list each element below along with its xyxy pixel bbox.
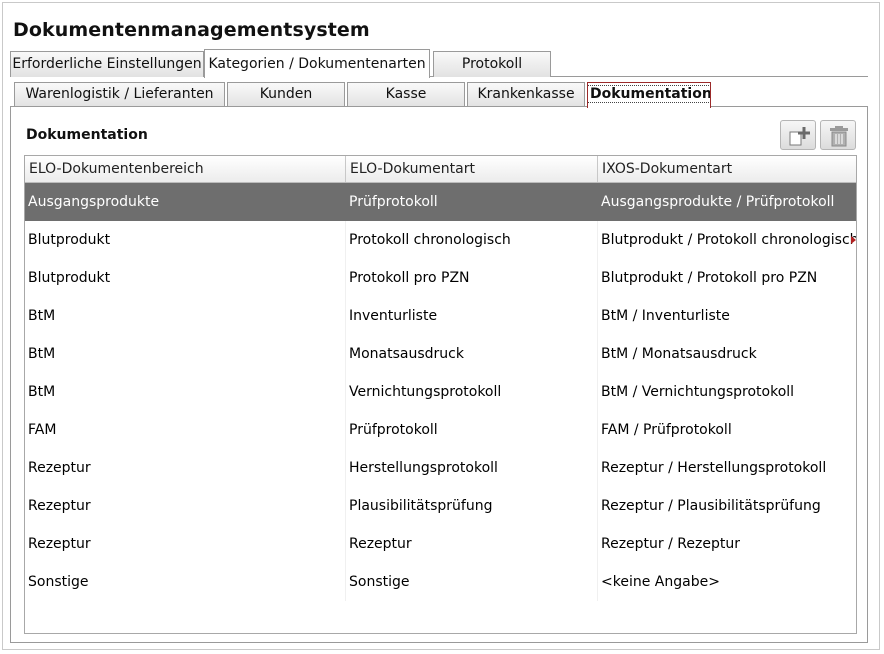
tab-label: Kategorien / Dokumentenarten: [208, 56, 426, 72]
table-cell: Protokoll chronologisch: [345, 221, 597, 259]
table-cell: Blutprodukt: [28, 270, 111, 286]
table-cell: Monatsausdruck: [345, 335, 597, 373]
table-cell: Rezeptur / Herstellungsprotokoll: [597, 449, 856, 487]
table-cell: Ausgangsprodukte / Prüfprotokoll: [597, 183, 856, 221]
table-cell: Rezeptur / Plausibilitätsprüfung: [597, 487, 856, 525]
table-cell: Inventurliste: [345, 297, 597, 335]
table-cell: Vernichtungsprotokoll: [345, 373, 597, 411]
table-cell: Rezeptur: [28, 498, 91, 514]
table-row[interactable]: BtM Inventurliste BtM / Inventurliste: [25, 297, 856, 335]
text-overflow-indicator: [851, 236, 856, 244]
tab-label: Erforderliche Einstellungen: [12, 56, 202, 72]
tab-label: Warenlogistik / Lieferanten: [25, 86, 214, 102]
table-cell: Blutprodukt / Protokoll pro PZN: [597, 259, 856, 297]
table-cell: Rezeptur: [28, 460, 91, 476]
tab-label: Krankenkasse: [477, 86, 575, 102]
table-cell: Plausibilitätsprüfung: [345, 487, 597, 525]
tab-erforderliche-einstellungen[interactable]: Erforderliche Einstellungen: [10, 51, 204, 77]
table-cell: Herstellungsprotokoll: [345, 449, 597, 487]
table-cell: Ausgangsprodukte: [28, 194, 160, 210]
tab-kunden[interactable]: Kunden: [227, 82, 345, 107]
tab-label: Protokoll: [461, 56, 523, 72]
tab-krankenkasse[interactable]: Krankenkasse: [467, 82, 585, 107]
section-title: Dokumentation: [26, 127, 148, 143]
table-cell: Prüfprotokoll: [345, 411, 597, 449]
column-header-elo-dokumentart[interactable]: ELO-Dokumentart: [345, 156, 597, 182]
table-cell: Blutprodukt: [28, 232, 111, 248]
table-cell: BtM / Monatsausdruck: [597, 335, 856, 373]
tab-dokumentation[interactable]: Dokumentation: [587, 82, 711, 108]
tab-label: Kasse: [385, 86, 427, 102]
table-cell: BtM: [28, 346, 56, 362]
table-cell: BtM / Vernichtungsprotokoll: [597, 373, 856, 411]
table-row[interactable]: Sonstige Sonstige <keine Angabe>: [25, 563, 856, 601]
table-cell: BtM: [28, 308, 56, 324]
table-cell: Sonstige: [28, 574, 89, 590]
table-cell: BtM: [28, 384, 56, 400]
table-cell: Blutprodukt / Protokoll chronologisch: [597, 221, 856, 259]
table-cell: FAM: [28, 422, 57, 438]
delete-button[interactable]: [820, 120, 856, 150]
table-row[interactable]: BtM Monatsausdruck BtM / Monatsausdruck: [25, 335, 856, 373]
tab-kategorien-dokumentenarten[interactable]: Kategorien / Dokumentenarten: [204, 49, 430, 78]
table-row[interactable]: Rezeptur Herstellungsprotokoll Rezeptur / …: [25, 449, 856, 487]
table-cell: BtM / Inventurliste: [597, 297, 856, 335]
table-cell: <keine Angabe>: [597, 563, 856, 601]
table-row[interactable]: BtM Vernichtungsprotokoll BtM / Vernichtun…: [25, 373, 856, 411]
table-row[interactable]: FAM Prüfprotokoll FAM / Prüfprotokoll: [25, 411, 856, 449]
table-row[interactable]: Rezeptur Plausibilitätsprüfung Rezeptur / …: [25, 487, 856, 525]
table-cell: Rezeptur / Rezeptur: [597, 525, 856, 563]
table-cell: FAM / Prüfprotokoll: [597, 411, 856, 449]
page-title: Dokumentenmanagementsystem: [13, 19, 370, 41]
tab-label: Kunden: [259, 86, 313, 102]
tab-warenlogistik-lieferanten[interactable]: Warenlogistik / Lieferanten: [14, 82, 225, 107]
table-cell: Sonstige: [345, 563, 597, 601]
tab-protokoll[interactable]: Protokoll: [433, 51, 551, 77]
tab-label: Dokumentation: [588, 85, 710, 103]
table-row[interactable]: Rezeptur Rezeptur Rezeptur / Rezeptur: [25, 525, 856, 563]
table-row[interactable]: Blutprodukt Protokoll chronologisch Blutpr…: [25, 221, 856, 259]
column-header-elo-dokumentenbereich[interactable]: ELO-Dokumentenbereich: [25, 156, 345, 182]
table-row[interactable]: Ausgangsprodukte Prüfprotokoll Ausgangspro…: [25, 183, 856, 221]
table-row[interactable]: Blutprodukt Protokoll pro PZN Blutprodukt …: [25, 259, 856, 297]
add-document-icon: [789, 127, 810, 146]
tab-kasse[interactable]: Kasse: [347, 82, 465, 107]
table-cell: Rezeptur: [345, 525, 597, 563]
table-cell: Protokoll pro PZN: [345, 259, 597, 297]
table-cell: Prüfprotokoll: [345, 183, 597, 221]
table-cell: Rezeptur: [28, 536, 91, 552]
document-table[interactable]: ELO-Dokumentenbereich ELO-Dokumentart IX…: [24, 155, 857, 634]
add-document-button[interactable]: [780, 120, 816, 150]
column-header-ixos-dokumentart[interactable]: IXOS-Dokumentart: [597, 156, 856, 182]
trash-icon: [830, 126, 848, 147]
table-header: ELO-Dokumentenbereich ELO-Dokumentart IX…: [25, 156, 856, 183]
